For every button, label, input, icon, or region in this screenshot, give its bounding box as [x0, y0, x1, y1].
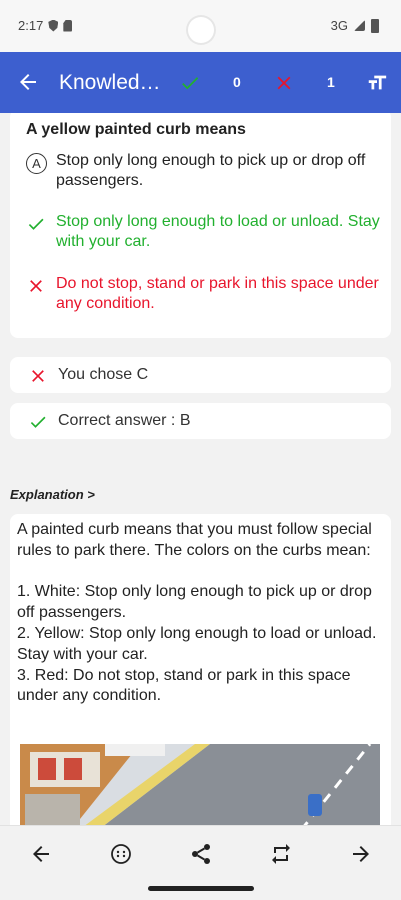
- option-a[interactable]: A Stop only long enough to pick up or dr…: [26, 151, 381, 191]
- explanation-card: A painted curb means that you must follo…: [10, 514, 391, 825]
- status-right: 3G: [331, 18, 379, 33]
- check-icon: [182, 77, 199, 90]
- correct-answer-label: Correct answer : B: [58, 412, 191, 429]
- wrong-count: 1: [327, 74, 335, 90]
- correct-count: 0: [233, 74, 241, 90]
- next-arrow-icon[interactable]: [349, 842, 373, 866]
- explanation-text: A painted curb means that you must follo…: [17, 521, 377, 705]
- curb-illustration: [20, 744, 380, 825]
- correct-answer-card: Correct answer : B: [10, 403, 391, 439]
- back-arrow-icon[interactable]: [16, 70, 40, 94]
- network-type: 3G: [330, 18, 348, 33]
- option-c-text: Do not stop, stand or park in this space…: [56, 275, 379, 312]
- check-icon: [28, 218, 44, 230]
- explanation-heading[interactable]: Explanation >: [10, 487, 95, 502]
- page-title: Knowled…: [59, 71, 159, 94]
- battery-icon: [371, 18, 379, 33]
- option-c-marker: [26, 274, 56, 314]
- option-a-text: Stop only long enough to pick up or drop…: [56, 152, 366, 189]
- shield-icon: [48, 19, 59, 32]
- clock: 2:17: [18, 18, 44, 33]
- status-bar: 2:17 3G: [0, 0, 401, 52]
- x-icon: [32, 370, 44, 382]
- option-b-marker: [26, 212, 56, 252]
- you-chose-label: You chose C: [58, 366, 149, 383]
- repeat-icon[interactable]: [269, 842, 293, 866]
- you-chose-card: You chose C: [10, 357, 391, 393]
- option-a-marker: A: [26, 151, 56, 191]
- bottom-navigation: [0, 825, 401, 900]
- share-icon[interactable]: [189, 842, 213, 866]
- previous-arrow-icon[interactable]: [29, 842, 53, 866]
- options-icon[interactable]: [109, 842, 133, 866]
- x-icon: [277, 76, 291, 90]
- text-size-icon[interactable]: [366, 72, 388, 94]
- option-b-text: Stop only long enough to load or unload.…: [56, 213, 380, 250]
- x-icon: [30, 280, 42, 292]
- check-icon: [30, 416, 46, 428]
- option-b[interactable]: Stop only long enough to load or unload.…: [26, 212, 381, 252]
- question-card: A yellow painted curb means A Stop only …: [10, 113, 391, 338]
- option-letter-a: A: [26, 153, 47, 174]
- signal-icon: [354, 20, 365, 31]
- front-camera: [186, 15, 216, 45]
- app-bar: Knowled… 0 1: [0, 52, 401, 113]
- home-indicator[interactable]: [148, 886, 254, 891]
- content-area[interactable]: A yellow painted curb means A Stop only …: [0, 113, 401, 825]
- status-left: 2:17: [18, 18, 73, 33]
- option-c[interactable]: Do not stop, stand or park in this space…: [26, 274, 381, 314]
- question-title: A yellow painted curb means: [26, 121, 246, 138]
- sim-card-icon: [63, 19, 73, 32]
